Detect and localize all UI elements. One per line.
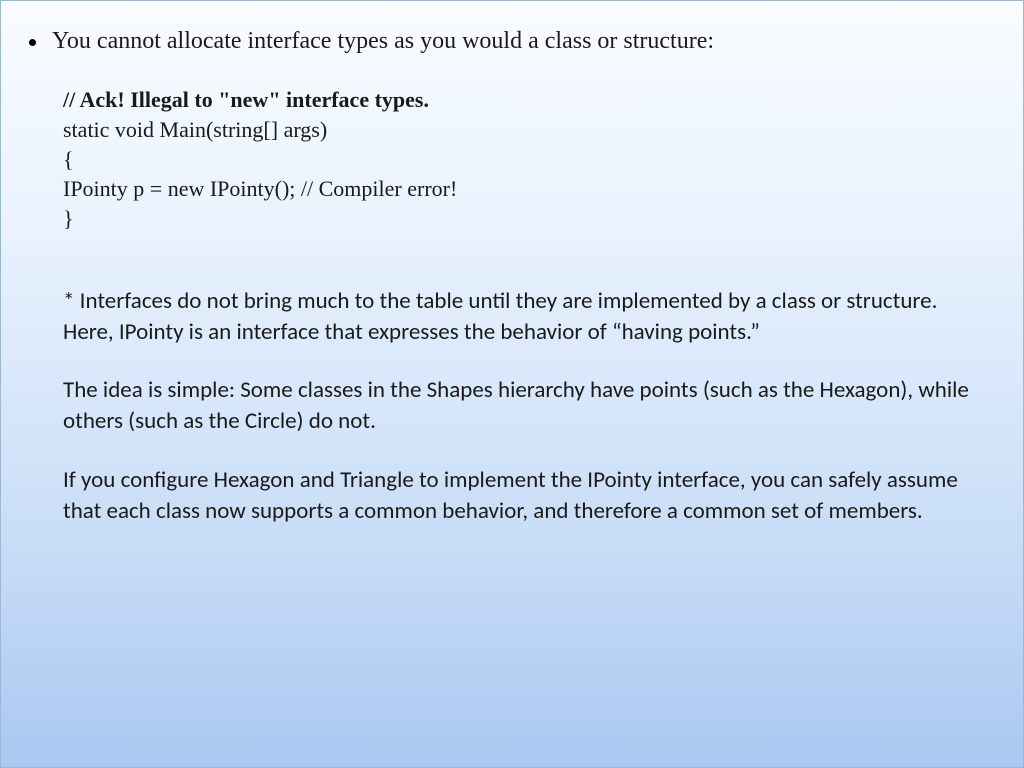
code-block: // Ack! Illegal to "new" interface types… (63, 85, 975, 233)
code-line: static void Main(string[] args) (63, 117, 327, 142)
code-comment: // Ack! Illegal to "new" interface types… (63, 87, 429, 112)
code-line: IPointy p = new IPointy(); // Compiler e… (63, 176, 457, 201)
bullet-icon (29, 39, 36, 46)
bullet-text: You cannot allocate interface types as y… (52, 25, 975, 57)
paragraph: If you configure Hexagon and Triangle to… (63, 465, 975, 527)
paragraph: * Interfaces do not bring much to the ta… (63, 286, 975, 348)
code-line: { (63, 147, 74, 172)
slide: You cannot allocate interface types as y… (0, 0, 1024, 768)
paragraph: The idea is simple: Some classes in the … (63, 375, 975, 437)
body-text: * Interfaces do not bring much to the ta… (63, 286, 975, 527)
bullet-row: You cannot allocate interface types as y… (25, 25, 975, 57)
code-line: } (63, 206, 74, 231)
